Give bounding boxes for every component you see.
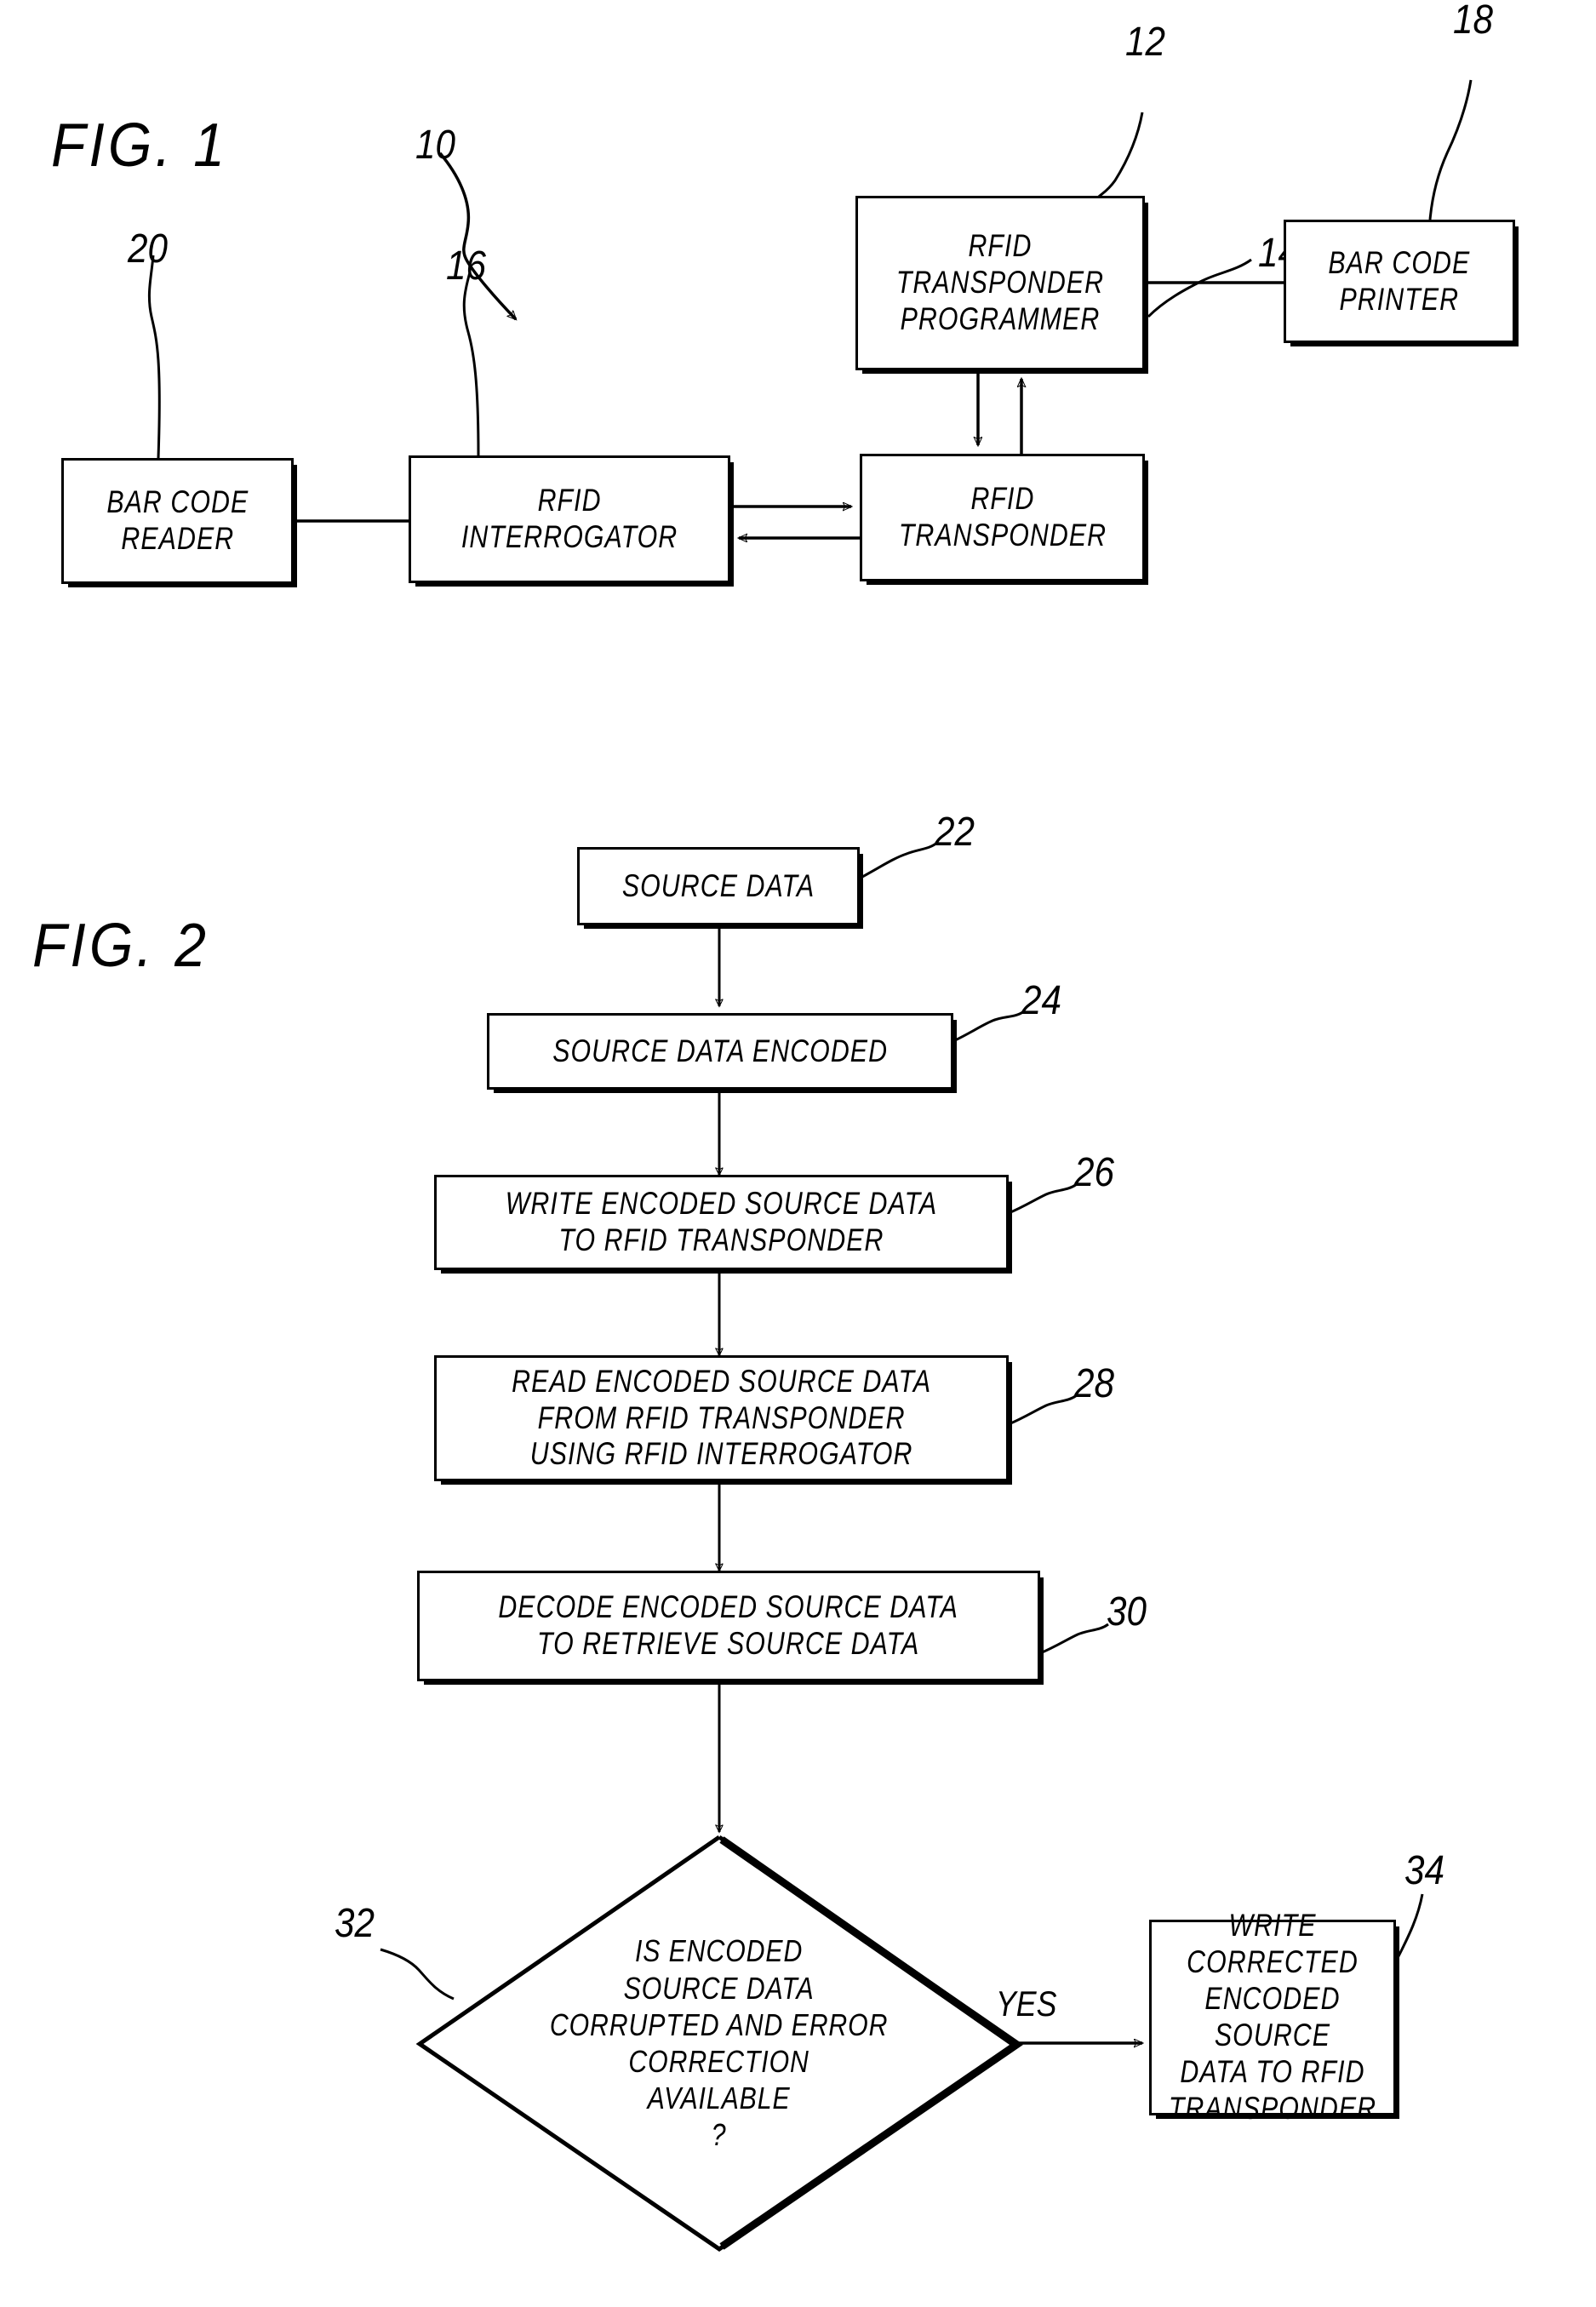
reference-numeral-30: 30 <box>1107 1589 1147 1634</box>
reference-numeral-24: 24 <box>1021 978 1061 1023</box>
patent-drawing-sheet: FIG. 1 10 BAR CODE READER 20 RFID INTERR… <box>0 0 1596 2307</box>
leader-30 <box>1039 1623 1109 1655</box>
step-corruption-decision[interactable]: IS ENCODED SOURCE DATA CORRUPTED AND ERR… <box>415 1835 1023 2253</box>
branch-label-yes: YES <box>996 1984 1057 2024</box>
leader-12 <box>1096 112 1144 199</box>
step-write-encoded[interactable]: WRITE ENCODED SOURCE DATA TO RFID TRANSP… <box>434 1175 1009 1270</box>
reference-numeral-18: 18 <box>1453 0 1493 43</box>
step-read-encoded[interactable]: READ ENCODED SOURCE DATA FROM RFID TRANS… <box>434 1355 1009 1481</box>
decision-text-wrap: IS ENCODED SOURCE DATA CORRUPTED AND ERR… <box>417 1835 1021 2252</box>
reference-numeral-12: 12 <box>1125 20 1165 65</box>
step-write-encoded-label: WRITE ENCODED SOURCE DATA TO RFID TRANSP… <box>505 1186 938 1257</box>
block-rfid-transponder[interactable]: RFID TRANSPONDER <box>860 454 1145 581</box>
figure-2-caption: FIG. 2 <box>32 912 209 980</box>
block-rfid-interrogator-label: RFID INTERROGATOR <box>460 483 678 554</box>
leader-28 <box>1008 1394 1078 1426</box>
leader-10 <box>438 152 516 319</box>
leader-14 <box>1147 258 1252 318</box>
leader-16 <box>462 272 480 456</box>
step-write-corrected[interactable]: WRITE CORRECTED ENCODED SOURCE DATA TO R… <box>1149 1908 1396 2126</box>
block-bar-code-printer-label: BAR CODE PRINTER <box>1328 244 1471 317</box>
step-read-encoded-label: READ ENCODED SOURCE DATA FROM RFID TRANS… <box>511 1363 931 1472</box>
figure-1-caption: FIG. 1 <box>51 112 228 180</box>
step-decode-encoded-label: DECODE ENCODED SOURCE DATA TO RETRIEVE S… <box>498 1589 959 1661</box>
reference-numeral-20: 20 <box>128 226 168 272</box>
reference-numeral-28: 28 <box>1074 1361 1114 1406</box>
block-rfid-transponder-programmer-label: RFID TRANSPONDER PROGRAMMER <box>895 228 1105 336</box>
leader-22 <box>861 840 940 879</box>
leader-18 <box>1428 79 1473 220</box>
step-decode-encoded[interactable]: DECODE ENCODED SOURCE DATA TO RETRIEVE S… <box>417 1571 1040 1681</box>
step-source-data-label: SOURCE DATA <box>621 867 815 903</box>
reference-numeral-34: 34 <box>1404 1848 1444 1893</box>
reference-numeral-16: 16 <box>446 243 486 289</box>
step-write-corrected-label: WRITE CORRECTED ENCODED SOURCE DATA TO R… <box>1168 1908 1377 2126</box>
block-rfid-transponder-programmer[interactable]: RFID TRANSPONDER PROGRAMMER <box>855 196 1145 370</box>
block-rfid-transponder-label: RFID TRANSPONDER <box>898 481 1107 552</box>
block-bar-code-reader[interactable]: BAR CODE READER <box>61 458 294 584</box>
reference-numeral-32: 32 <box>335 1901 375 1946</box>
block-bar-code-reader-label: BAR CODE READER <box>106 484 249 556</box>
step-source-data-encoded[interactable]: SOURCE DATA ENCODED <box>487 1013 953 1090</box>
reference-numeral-22: 22 <box>935 810 975 855</box>
step-source-data[interactable]: SOURCE DATA <box>577 847 860 925</box>
reference-numeral-10: 10 <box>415 123 455 168</box>
reference-numeral-26: 26 <box>1074 1150 1114 1195</box>
leader-24 <box>954 1010 1025 1042</box>
leader-20 <box>147 255 161 459</box>
block-rfid-interrogator[interactable]: RFID INTERROGATOR <box>409 455 730 583</box>
step-corruption-decision-label: IS ENCODED SOURCE DATA CORRUPTED AND ERR… <box>550 1933 889 2153</box>
leader-26 <box>1008 1182 1078 1215</box>
step-source-data-encoded-label: SOURCE DATA ENCODED <box>552 1033 888 1068</box>
block-bar-code-printer[interactable]: BAR CODE PRINTER <box>1284 220 1515 343</box>
